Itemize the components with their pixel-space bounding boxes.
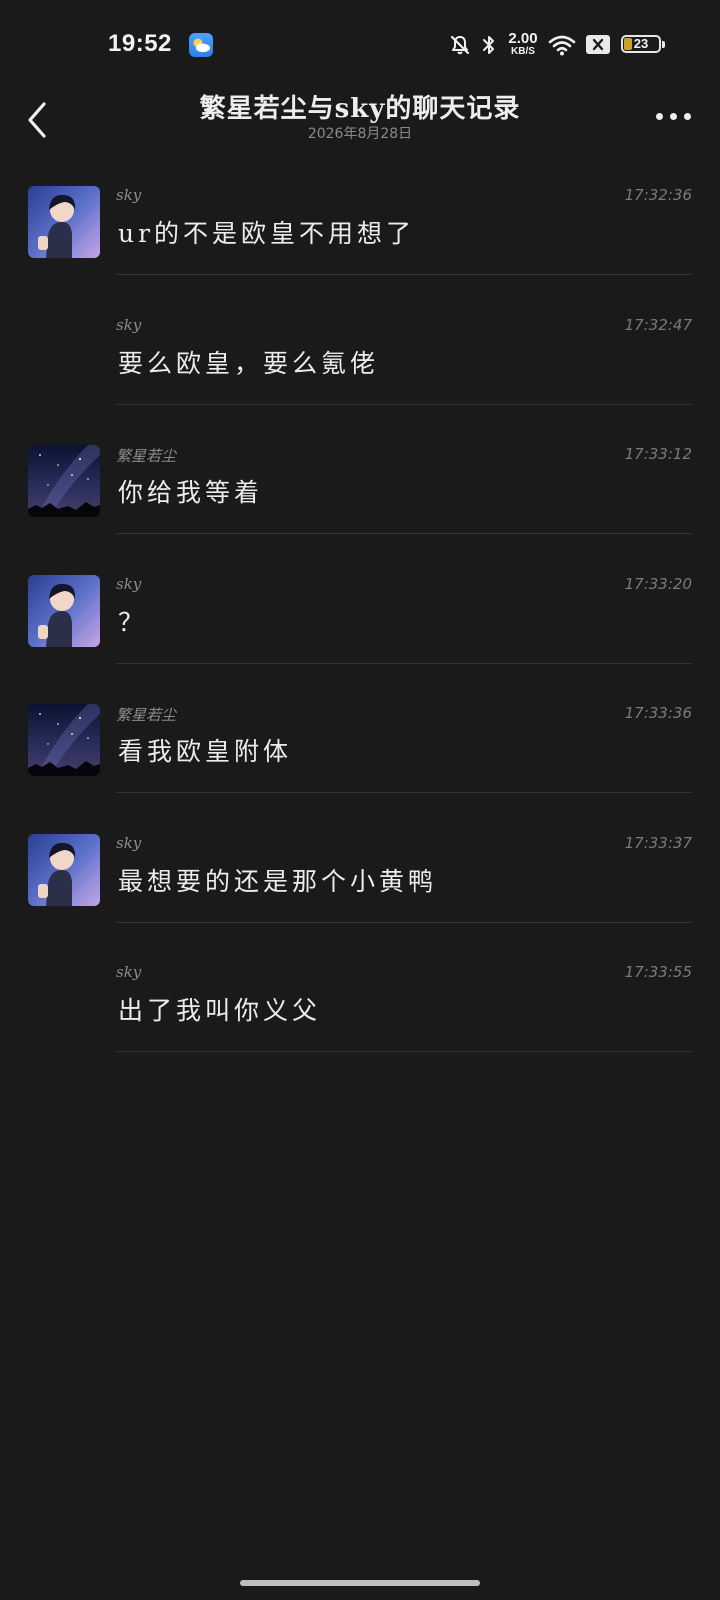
sky-avatar[interactable] (28, 574, 100, 647)
battery-icon: 23 (621, 35, 665, 55)
message-text: 要么欧皇，要么氪佬 (118, 348, 380, 378)
sender-name: sky (116, 574, 142, 593)
message-item[interactable]: sky 17:33:55 出了我叫你义父 (0, 955, 720, 1085)
sender-name: 繁星若尘 (116, 447, 177, 465)
network-speed-value: 2.00 (508, 30, 538, 47)
sky-avatar[interactable] (28, 186, 100, 258)
page-subtitle-date: 2026年8月28日 (307, 126, 413, 142)
message-text: 出了我叫你义父 (118, 996, 322, 1025)
battery-level: 23 (633, 36, 649, 51)
network-speed-unit: KB/S (511, 46, 535, 57)
message-text: 你给我等着 (118, 478, 264, 507)
home-indicator[interactable] (240, 1580, 480, 1586)
chevron-left-icon (28, 102, 46, 138)
message-text: 看我欧皇附体 (118, 737, 293, 766)
message-text: ur的不是欧皇不用想了 (118, 219, 416, 248)
message-content: sky 17:33:55 出了我叫你义父 (116, 955, 692, 1052)
page-title: 繁星若尘与sky的聊天记录 (199, 94, 521, 124)
message-time: 17:33:20 (624, 574, 692, 593)
no-sim-icon (586, 35, 610, 54)
sky-avatar[interactable] (28, 833, 100, 906)
message-content: sky 17:32:36 ur的不是欧皇不用想了 (116, 178, 692, 275)
message-time: 17:33:55 (624, 963, 692, 981)
sender-name: sky (116, 963, 142, 981)
message-list: sky 17:32:36 ur的不是欧皇不用想了 sky 17:32:47 要么… (0, 178, 720, 1085)
message-time: 17:32:36 (624, 186, 692, 204)
starry-avatar[interactable] (28, 704, 100, 776)
mute-icon (449, 34, 471, 60)
weather-icon (189, 33, 213, 57)
message-content: 繁星若尘 17:33:36 看我欧皇附体 (116, 696, 692, 793)
message-item[interactable]: sky 17:32:36 ur的不是欧皇不用想了 (0, 178, 720, 308)
wifi-icon (548, 34, 576, 60)
message-item[interactable]: sky 17:33:20 ？ (0, 567, 720, 697)
starry-avatar[interactable] (28, 445, 100, 517)
sender-name: sky (116, 315, 142, 334)
back-button[interactable] (18, 94, 58, 142)
message-item[interactable]: sky 17:32:47 要么欧皇，要么氪佬 (0, 308, 720, 438)
message-content: sky 17:32:47 要么欧皇，要么氪佬 (116, 308, 692, 405)
network-speed: 2.00 KB/S (505, 31, 541, 57)
message-item[interactable]: 繁星若尘 17:33:12 你给我等着 (0, 437, 720, 567)
message-item[interactable]: sky 17:33:37 最想要的还是那个小黄鸭 (0, 826, 720, 956)
message-content: sky 17:33:20 ？ (116, 567, 692, 664)
bluetooth-icon (481, 34, 497, 60)
chat-history-header: 繁星若尘与sky的聊天记录 2026年8月28日 (0, 80, 720, 150)
sender-name: 繁星若尘 (116, 706, 177, 724)
message-text: ？ (118, 607, 148, 637)
status-bar: 19:52 2.00 KB/S 23 (0, 0, 720, 92)
message-item[interactable]: 繁星若尘 17:33:36 看我欧皇附体 (0, 696, 720, 826)
message-time: 17:33:12 (624, 445, 692, 463)
message-content: 繁星若尘 17:33:12 你给我等着 (116, 437, 692, 534)
message-time: 17:33:37 (624, 833, 692, 852)
status-time: 19:52 (108, 30, 172, 57)
message-time: 17:32:47 (624, 315, 692, 334)
more-options-button[interactable] (654, 104, 694, 128)
message-content: sky 17:33:37 最想要的还是那个小黄鸭 (116, 826, 692, 923)
message-time: 17:33:36 (624, 704, 692, 722)
sender-name: sky (116, 833, 142, 852)
sender-name: sky (116, 186, 142, 204)
message-text: 最想要的还是那个小黄鸭 (118, 866, 438, 896)
